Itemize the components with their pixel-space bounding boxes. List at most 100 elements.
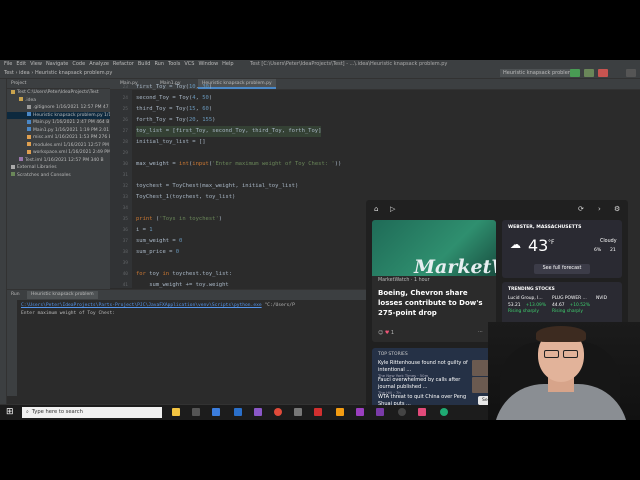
code-editor[interactable]: 2324252627282930313233343536373839404142… — [110, 84, 368, 299]
full-forecast-button[interactable]: See full forecast — [534, 264, 590, 274]
menu-help[interactable]: Help — [222, 61, 233, 67]
menu-view[interactable]: View — [30, 61, 42, 67]
scratch-icon — [11, 172, 15, 176]
menu-file[interactable]: File — [4, 61, 12, 67]
taskbar-search[interactable]: ⌕ Type here to search — [22, 407, 162, 418]
intellij-icon[interactable] — [418, 408, 426, 416]
line-number: 38 — [122, 250, 128, 255]
stock-item[interactable]: Lucid Group, I... 53.21 +13.09% Rising shar… — [508, 296, 550, 316]
news-card-main[interactable]: MarketWatch MarketWatch · 1 hour Boeing,… — [372, 220, 496, 342]
video-icon[interactable]: ▷ — [390, 205, 395, 213]
code-line[interactable]: second_Toy = Toy(4, 50) — [136, 93, 212, 104]
code-line[interactable]: print ('Toys in toychest') — [136, 214, 222, 225]
run-config-select[interactable]: Heuristic knapsack problem — [500, 69, 576, 77]
stop-icon[interactable] — [598, 69, 608, 77]
code-line[interactable]: ToyChest_1(toychest, toy_list) — [136, 192, 235, 203]
stock-item[interactable]: PLUG POWER ... 44.67 +10.52% Rising sharply — [552, 296, 594, 316]
debug-icon[interactable] — [584, 69, 594, 77]
menu-refactor[interactable]: Refactor — [113, 61, 134, 67]
tree-item[interactable]: workspace.xml 1/16/2021 2:49 PM — [7, 149, 110, 157]
windows-start-icon[interactable]: ⊞ — [6, 407, 14, 417]
search-everywhere-icon[interactable] — [626, 69, 636, 77]
code-line[interactable]: initial_toy_list = [] — [136, 137, 206, 148]
folder-icon — [11, 89, 15, 94]
tree-item[interactable]: Main.py 1/16/2021 2:47 PM 464 B — [7, 119, 110, 127]
app-icon-orange[interactable] — [336, 408, 344, 416]
heart-icon: ♥ — [384, 330, 390, 336]
project-tree: Test C:\Users\Peter\IdeaProjects\Test .id… — [7, 89, 110, 179]
react-icon[interactable]: ☺ — [378, 330, 383, 336]
tree-item[interactable]: .idea — [7, 97, 110, 105]
menu-edit[interactable]: Edit — [16, 61, 26, 67]
code-line[interactable]: i = 1 — [136, 225, 153, 236]
breadcrumb: Test › idea › Heuristic knapsack problem… — [0, 70, 112, 76]
app-icon-green[interactable] — [440, 408, 448, 416]
menu-code[interactable]: Code — [72, 61, 85, 67]
visual-studio-icon[interactable] — [254, 408, 262, 416]
menu-run[interactable]: Run — [154, 61, 164, 67]
line-number: 30 — [122, 162, 128, 167]
menu-tools[interactable]: Tools — [168, 61, 180, 67]
github-icon[interactable] — [398, 408, 406, 416]
menu-analyze[interactable]: Analyze — [89, 61, 109, 67]
tree-item[interactable]: Heuristic knapsack problem.py 1/16/2021 — [7, 111, 110, 119]
run-tab[interactable]: Heuristic knapsack problem — [27, 291, 98, 299]
menu-vcs[interactable]: VCS — [184, 61, 194, 67]
stock-values — [596, 303, 628, 310]
stock-item[interactable]: NVID — [596, 296, 628, 309]
cloud-icon: ☁ — [510, 238, 521, 251]
console-output[interactable]: C:\Users\Peter\IdeaProjects\Parts-Projec… — [21, 302, 366, 318]
breadcrumb-item[interactable]: idea — [19, 70, 30, 76]
store-icon[interactable] — [212, 408, 220, 416]
tree-item-label: workspace.xml 1/16/2021 2:49 PM — [33, 150, 110, 155]
tree-item[interactable]: External Libraries — [7, 164, 110, 172]
menu-window[interactable]: Window — [198, 61, 218, 67]
tree-item[interactable]: Test.iml 1/16/2021 12:57 PM 340 B — [7, 157, 110, 165]
python-exe-path[interactable]: C:\Users\Peter\IdeaProjects\Parts-Projec… — [21, 303, 262, 308]
acrobat-icon[interactable] — [314, 408, 322, 416]
chrome-icon[interactable] — [274, 408, 282, 416]
home-icon[interactable]: ⌂ — [374, 205, 378, 213]
code-line[interactable]: sum_weight = 0 — [136, 236, 182, 247]
code-line[interactable]: toy_list = [first_Toy, second_Toy, third… — [136, 126, 322, 137]
breadcrumb-item[interactable]: Test — [4, 70, 14, 76]
command-argument: "C:/Users/P — [264, 303, 295, 308]
tree-item[interactable]: .gitignore 1/16/2021 12:57 PM 47 B — [7, 104, 110, 112]
mail-icon[interactable] — [234, 408, 242, 416]
person-hair — [536, 326, 586, 342]
refresh-icon[interactable]: ⟳ — [578, 205, 584, 213]
stock-tag: Rising sharply — [552, 309, 583, 314]
run-icon[interactable] — [570, 69, 580, 77]
code-line[interactable]: sum_price = 0 — [136, 247, 179, 258]
weather-card[interactable]: WEBSTER, MASSACHUSETTS ☁ 43 °F Cloudy 6%… — [502, 220, 622, 278]
tree-item[interactable]: misc.xml 1/16/2021 1:53 PM 276 B — [7, 134, 110, 142]
tree-item-label: modules.xml 1/16/2021 12:57 PM — [33, 142, 109, 148]
code-line[interactable]: for toy in toychest.toy_list: — [136, 269, 232, 280]
tree-item[interactable]: Test C:\Users\Peter\IdeaProjects\Test — [7, 89, 110, 97]
onenote-icon[interactable] — [376, 408, 384, 416]
tree-item[interactable]: modules.xml 1/16/2021 12:57 PM — [7, 142, 110, 150]
forward-icon[interactable]: › — [598, 205, 601, 213]
code-line[interactable]: toychest = ToyChest(max_weight, initial_… — [136, 181, 298, 192]
task-view-icon[interactable] — [192, 408, 200, 416]
tree-item[interactable]: Scratches and Consoles — [7, 172, 110, 180]
code-line[interactable]: forth_Toy = Toy(20, 155) — [136, 115, 215, 126]
tree-item[interactable]: Main1.py 1/16/2021 1:19 PM 2.01 kB — [7, 127, 110, 135]
news-headline[interactable]: Boeing, Chevron share losses contribute … — [378, 288, 492, 318]
settings-app-icon[interactable] — [294, 408, 302, 416]
code-line[interactable]: max_weight = int(input('Enter maximum we… — [136, 159, 341, 170]
code-line[interactable]: third_Toy = Toy(15, 60) — [136, 104, 212, 115]
more-icon[interactable]: ··· — [478, 329, 483, 335]
file-icon — [27, 104, 31, 109]
breadcrumb-item[interactable]: Heuristic knapsack problem.py — [35, 70, 112, 76]
app-icon-purple[interactable] — [356, 408, 364, 416]
python-icon — [27, 112, 31, 116]
file-explorer-icon[interactable] — [172, 408, 180, 416]
settings-icon[interactable]: ⚙ — [614, 205, 620, 213]
menu-navigate[interactable]: Navigate — [46, 61, 68, 67]
menu-build[interactable]: Build — [138, 61, 151, 67]
xml-icon — [27, 142, 31, 146]
tree-item-label: .idea — [25, 97, 37, 103]
code-line[interactable]: first_Toy = Toy(10, 30) — [136, 82, 212, 93]
project-panel-header[interactable]: Project — [7, 79, 110, 89]
